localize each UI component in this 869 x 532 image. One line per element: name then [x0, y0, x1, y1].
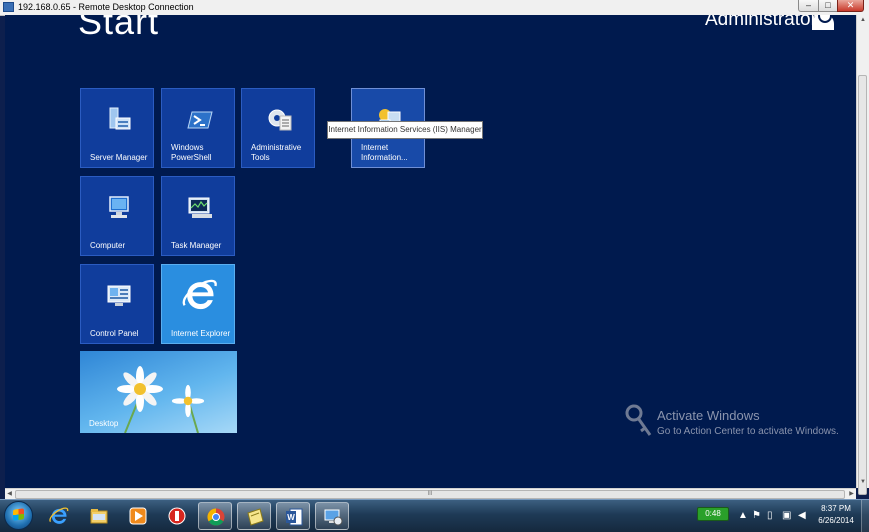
tile-label: Administrative Tools: [251, 143, 302, 162]
activate-windows-subtitle: Go to Action Center to activate Windows.: [657, 426, 839, 437]
taskbar-file-explorer[interactable]: [82, 502, 116, 530]
tile-label: Windows PowerShell: [171, 143, 212, 162]
chrome-icon: [207, 508, 225, 526]
key-icon: [625, 404, 652, 436]
taskbar-notes[interactable]: [237, 502, 271, 530]
tile-server-manager[interactable]: Server Manager: [80, 88, 154, 168]
computer-icon: [109, 196, 129, 218]
tile-computer[interactable]: Computer: [80, 176, 154, 256]
tile-label: Control Panel: [90, 329, 139, 338]
taskbar-media-player[interactable]: [121, 502, 155, 530]
server-manager-icon: [109, 107, 131, 130]
admin-tools-icon: [268, 109, 292, 131]
tile-task-manager[interactable]: Task Manager: [161, 176, 235, 256]
tile-label: Desktop: [89, 419, 119, 428]
flag-icon[interactable]: ⚑: [752, 510, 761, 521]
network-icon[interactable]: ▣: [782, 510, 791, 521]
scroll-up-arrow-icon[interactable]: ▲: [858, 15, 868, 26]
lock-icon[interactable]: ▯: [767, 510, 773, 521]
powershell-icon: [187, 111, 213, 129]
taskbar-remote-desktop[interactable]: [315, 502, 349, 530]
battery-indicator[interactable]: 0:48: [697, 507, 729, 521]
taskbar: W 0:48 ▲ ⚑ ▯ ▣ ◀ 8:37 PM 6/26/2014: [0, 499, 869, 532]
taskbar-clock[interactable]: 8:37 PM 6/26/2014: [812, 503, 860, 527]
clock-date: 6/26/2014: [818, 516, 854, 525]
tile-control-panel[interactable]: Control Panel: [80, 264, 154, 344]
tile-administrative-tools[interactable]: Administrative Tools: [241, 88, 315, 168]
minimize-button[interactable]: –: [798, 0, 819, 12]
control-panel-icon: [107, 285, 131, 306]
scroll-down-arrow-icon[interactable]: ▼: [858, 477, 868, 488]
tile-internet-explorer[interactable]: Internet Explorer: [161, 264, 235, 344]
folder-icon: [90, 509, 108, 524]
window-title: 192.168.0.65 - Remote Desktop Connection: [18, 2, 194, 12]
remote-desktop-icon: [3, 2, 14, 12]
tile-label: Computer: [90, 241, 126, 250]
taskbar-internet-explorer[interactable]: [42, 502, 76, 530]
show-desktop-button[interactable]: [861, 500, 869, 532]
tile-label: Internet Explorer: [171, 329, 231, 338]
tile-label: Internet Information...: [361, 143, 408, 162]
tile-windows-powershell[interactable]: Windows PowerShell: [161, 88, 235, 168]
start-screen: Start Administrator Server Manager Windo…: [5, 15, 856, 488]
user-avatar-icon[interactable]: [812, 15, 834, 30]
horizontal-scroll-thumb[interactable]: III: [15, 490, 845, 499]
media-player-icon: [129, 507, 147, 525]
tile-label: Task Manager: [171, 241, 222, 250]
word-icon: W: [286, 508, 303, 526]
close-button[interactable]: ✕: [837, 0, 864, 12]
taskbar-chrome[interactable]: [198, 502, 232, 530]
red-app-icon: [168, 507, 186, 525]
notes-icon: [247, 508, 264, 526]
start-orb-icon[interactable]: [4, 501, 33, 530]
taskbar-app-red[interactable]: [160, 502, 194, 530]
vertical-scrollbar[interactable]: ▲ ▼: [856, 15, 869, 495]
tile-label: Server Manager: [90, 153, 148, 162]
rdp-title-bar: 192.168.0.65 - Remote Desktop Connection…: [0, 0, 869, 16]
ie-icon: [49, 507, 69, 524]
remote-desktop-icon: [324, 509, 343, 526]
clock-time: 8:37 PM: [821, 504, 851, 513]
start-title: Start: [78, 15, 160, 42]
maximize-button[interactable]: □: [818, 0, 838, 12]
task-manager-icon: [188, 197, 212, 218]
vertical-scroll-thumb[interactable]: [858, 75, 867, 495]
show-hidden-icons-icon[interactable]: ▲: [738, 510, 748, 521]
svg-text:W: W: [287, 513, 295, 522]
volume-icon[interactable]: ◀: [798, 510, 806, 521]
taskbar-word[interactable]: W: [276, 502, 310, 530]
iis-tooltip: Internet Information Services (IIS) Mana…: [327, 121, 483, 139]
activate-windows-title: Activate Windows: [657, 408, 760, 423]
user-name[interactable]: Administrator: [705, 15, 817, 31]
tile-desktop[interactable]: Desktop: [80, 351, 237, 433]
ie-icon: [182, 279, 217, 310]
